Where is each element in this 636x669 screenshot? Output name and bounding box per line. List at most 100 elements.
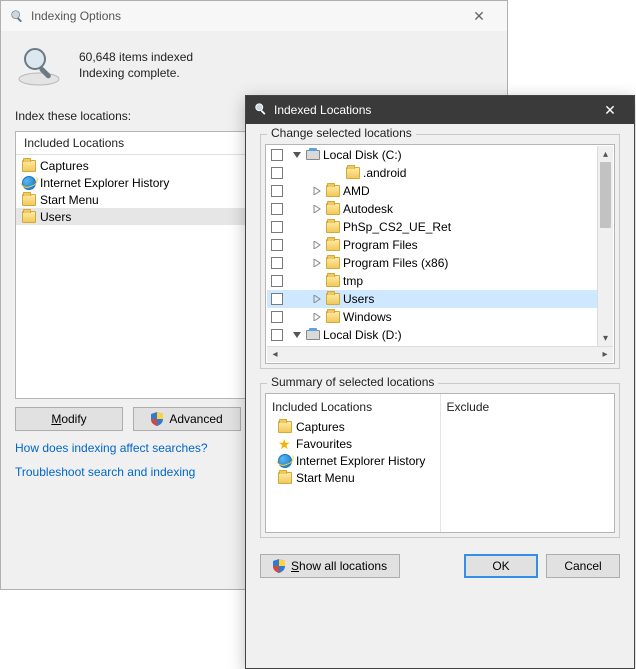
list-item-label: Captures — [296, 420, 345, 434]
indexed-locations-titlebar: Indexed Locations ✕ — [246, 96, 634, 124]
folder-icon — [22, 194, 36, 206]
tree-row-label: Program Files — [343, 238, 418, 252]
summary-table: Included Locations Captures ★ Favourites In… — [265, 393, 615, 533]
scroll-right-icon[interactable]: ▸ — [597, 347, 613, 362]
included-header: Included Locations — [272, 398, 434, 418]
indexing-options-title: Indexing Options — [31, 9, 459, 23]
chevron-right-icon[interactable] — [311, 293, 323, 305]
disk-icon — [306, 150, 320, 160]
tree-row-label: Local Disk (D:) — [323, 328, 402, 342]
list-item[interactable]: Captures — [272, 418, 434, 435]
folder-icon — [326, 185, 340, 197]
expander-spacer — [311, 275, 323, 287]
list-item-label: Start Menu — [296, 471, 355, 485]
tree-row[interactable]: Local Disk (D:) — [267, 326, 597, 344]
cancel-button[interactable]: Cancel — [546, 554, 620, 578]
indexing-complete-label: Indexing complete. — [79, 66, 193, 80]
indexed-locations-icon — [254, 102, 268, 119]
scroll-thumb[interactable] — [600, 162, 611, 228]
tree-row[interactable]: Users — [267, 290, 597, 308]
folder-icon — [326, 275, 340, 287]
troubleshoot-link[interactable]: Troubleshoot search and indexing — [15, 465, 195, 479]
advanced-button[interactable]: Advanced — [133, 407, 241, 431]
modify-button[interactable]: Modify — [15, 407, 123, 431]
checkbox[interactable] — [271, 149, 283, 161]
exclude-header: Exclude — [447, 398, 609, 418]
folder-icon — [346, 167, 360, 179]
chevron-right-icon[interactable] — [311, 311, 323, 323]
chevron-right-icon[interactable] — [311, 185, 323, 197]
folder-icon — [278, 472, 292, 484]
checkbox[interactable] — [271, 167, 283, 179]
folder-icon — [326, 221, 340, 233]
list-item[interactable]: Internet Explorer History — [272, 452, 434, 469]
magnifier-icon — [15, 41, 63, 89]
folder-icon — [326, 311, 340, 323]
horizontal-scrollbar[interactable]: ◂ ▸ — [267, 346, 613, 362]
list-item-label: Internet Explorer History — [296, 454, 425, 468]
scroll-down-icon[interactable]: ▾ — [598, 330, 613, 346]
indexing-options-titlebar: Indexing Options ✕ — [1, 1, 507, 31]
list-item[interactable]: Start Menu — [272, 469, 434, 486]
close-button[interactable]: ✕ — [459, 8, 499, 25]
close-button[interactable]: ✕ — [590, 96, 630, 124]
show-all-locations-button[interactable]: Show all locations — [260, 554, 400, 578]
tree-row[interactable]: PhSp_CS2_UE_Ret — [267, 218, 597, 236]
list-item-label: Internet Explorer History — [40, 176, 169, 190]
scroll-left-icon[interactable]: ◂ — [267, 347, 283, 362]
expander-spacer — [331, 167, 343, 179]
ie-icon — [278, 454, 292, 468]
items-indexed-label: 60,648 items indexed — [79, 50, 193, 64]
change-locations-legend: Change selected locations — [267, 126, 416, 140]
list-item-label: Start Menu — [40, 193, 99, 207]
tree-row[interactable]: .android — [267, 164, 597, 182]
shield-icon — [273, 559, 285, 573]
chevron-right-icon[interactable] — [311, 239, 323, 251]
location-tree[interactable]: Local Disk (C:).android AMD Autodesk PhSp_C… — [265, 144, 615, 364]
checkbox[interactable] — [271, 203, 283, 215]
folder-icon — [326, 203, 340, 215]
tree-row[interactable]: Program Files — [267, 236, 597, 254]
tree-row[interactable]: Program Files (x86) — [267, 254, 597, 272]
tree-row-label: AMD — [343, 184, 370, 198]
chevron-right-icon[interactable] — [311, 203, 323, 215]
checkbox[interactable] — [271, 185, 283, 197]
chevron-right-icon[interactable] — [311, 257, 323, 269]
tree-row[interactable]: Local Disk (C:) — [267, 146, 597, 164]
list-item-label: Favourites — [296, 437, 352, 451]
tree-row[interactable]: AMD — [267, 182, 597, 200]
checkbox[interactable] — [271, 293, 283, 305]
folder-icon — [22, 160, 36, 172]
tree-row-label: PhSp_CS2_UE_Ret — [343, 220, 451, 234]
indexing-status: 60,648 items indexed Indexing complete. — [79, 48, 193, 82]
checkbox[interactable] — [271, 311, 283, 323]
folder-icon — [22, 211, 36, 223]
checkbox[interactable] — [271, 257, 283, 269]
list-item[interactable]: ★ Favourites — [272, 435, 434, 452]
chevron-down-icon[interactable] — [291, 149, 303, 161]
ok-button[interactable]: OK — [464, 554, 538, 578]
vertical-scrollbar[interactable]: ▴ ▾ — [597, 146, 613, 346]
tree-row-label: Windows — [343, 310, 392, 324]
tree-row-label: tmp — [343, 274, 363, 288]
folder-icon — [326, 293, 340, 305]
summary-legend: Summary of selected locations — [267, 375, 438, 389]
checkbox[interactable] — [271, 239, 283, 251]
how-does-indexing-link[interactable]: How does indexing affect searches? — [15, 441, 208, 455]
chevron-down-icon[interactable] — [291, 329, 303, 341]
list-item-label: Captures — [40, 159, 89, 173]
tree-row[interactable]: Windows — [267, 308, 597, 326]
tree-row-label: Program Files (x86) — [343, 256, 448, 270]
tree-row[interactable]: tmp — [267, 272, 597, 290]
tree-row[interactable]: Autodesk — [267, 200, 597, 218]
checkbox[interactable] — [271, 275, 283, 287]
scroll-up-icon[interactable]: ▴ — [598, 146, 613, 162]
expander-spacer — [311, 221, 323, 233]
summary-group: Summary of selected locations Included L… — [260, 383, 620, 538]
indexed-locations-dialog: Indexed Locations ✕ Change selected loca… — [245, 95, 635, 669]
star-icon: ★ — [278, 437, 292, 451]
checkbox[interactable] — [271, 329, 283, 341]
folder-icon — [278, 421, 292, 433]
checkbox[interactable] — [271, 221, 283, 233]
change-locations-group: Change selected locations Local Disk (C:… — [260, 134, 620, 369]
